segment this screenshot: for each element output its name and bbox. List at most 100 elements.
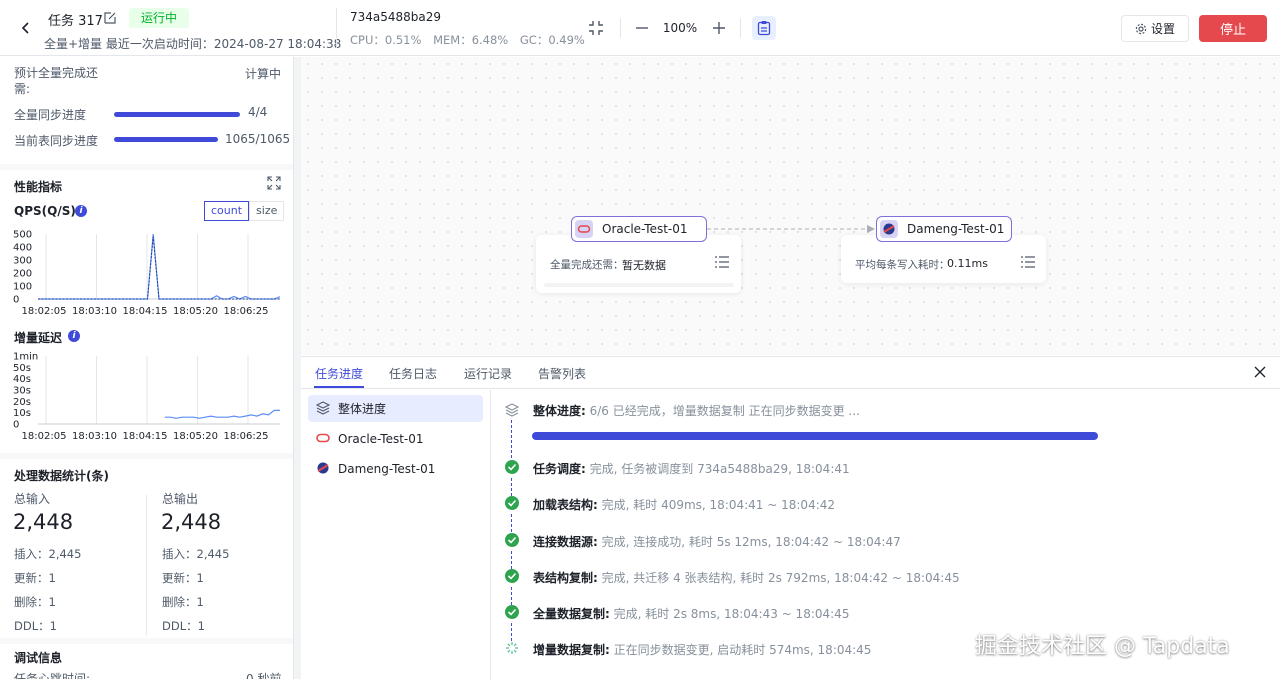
subnav-oracle-label: Oracle-Test-01 — [338, 431, 424, 446]
step-name: 连接数据源: — [533, 535, 598, 549]
stats-divider — [146, 495, 147, 635]
source-progress-track — [544, 283, 734, 287]
y-tick-label: 40s — [13, 374, 31, 385]
timeline-connector — [511, 420, 512, 458]
y-tick-label: 500 — [13, 230, 32, 241]
progress-subnav: 整体进度 Oracle-Test-01 Dameng-Test-01 — [301, 390, 491, 680]
zoom-out-icon[interactable] — [633, 19, 651, 37]
settings-button[interactable]: 设置 — [1121, 15, 1189, 42]
stop-button[interactable]: 停止 — [1199, 15, 1267, 42]
target-node[interactable]: Dameng-Test-01 — [876, 216, 1012, 242]
check-icon — [505, 496, 519, 510]
task-title: 任务 317 — [48, 14, 103, 29]
qps-chart: 500 400 300 200 100 018:02:05 18:03:10 18:04:15… — [13, 230, 281, 317]
list-icon[interactable] — [1020, 255, 1036, 269]
subnav-dameng[interactable]: Dameng-Test-01 — [308, 455, 483, 482]
y-tick-label: 300 — [13, 256, 32, 267]
size-toggle[interactable]: size — [249, 201, 285, 221]
fit-view-icon[interactable] — [587, 19, 605, 37]
close-icon[interactable] — [1253, 365, 1267, 379]
y-tick-label: 1min — [13, 352, 38, 363]
input-insert: 插入：2,445 — [14, 547, 82, 561]
table-sync-progress-bar — [114, 137, 218, 142]
x-tick-label: 18:06:25 — [224, 431, 269, 442]
x-tick-label: 18:04:15 — [123, 306, 168, 317]
x-tick-label: 18:02:05 — [22, 431, 67, 442]
tab-run-history[interactable]: 运行记录 — [464, 365, 512, 382]
total-output-label: 总输出 — [162, 492, 199, 506]
y-tick-label: 10s — [13, 408, 31, 419]
left-panel-scrollbar[interactable] — [294, 57, 301, 679]
gc-metric: GC：0.49% — [519, 33, 585, 47]
sync-type-and-start-time: 全量+增量 最近一次启动时间：2024-08-27 18:04:38 — [44, 37, 342, 51]
clipboard-button[interactable] — [752, 16, 776, 40]
x-tick-label: 18:02:05 — [22, 306, 67, 317]
expand-icon[interactable] — [267, 176, 281, 190]
dameng-icon — [317, 462, 329, 474]
cpu-metric: CPU：0.51% — [350, 33, 422, 47]
timeline-connector — [511, 478, 512, 496]
series-line — [38, 233, 281, 300]
heartbeat-label: 任务心跳时间: — [14, 672, 91, 679]
edit-icon[interactable] — [103, 11, 117, 25]
heartbeat-value: 0 秒前 — [246, 672, 282, 679]
target-write-label: 平均每条写入耗时： — [855, 259, 950, 271]
full-sync-label: 全量同步进度 — [14, 108, 87, 122]
tab-task-log[interactable]: 任务日志 — [389, 365, 437, 382]
x-tick-label: 18:03:10 — [72, 431, 117, 442]
step-name: 增量数据复制: — [533, 643, 610, 657]
zoom-in-icon[interactable] — [710, 19, 728, 37]
source-node-label: Oracle-Test-01 — [602, 222, 688, 236]
panel-tabs: 任务进度 任务日志 运行记录 告警列表 — [301, 357, 1280, 389]
loading-spinner-icon — [506, 642, 518, 654]
overall-progress-text: 整体进度: 6/6 已经完成，增量数据复制 正在同步数据变更 ... — [533, 402, 860, 419]
info-icon[interactable]: i — [68, 330, 80, 342]
total-input-value: 2,448 — [13, 510, 74, 534]
step-name: 表结构复制: — [533, 571, 598, 585]
info-icon[interactable]: i — [75, 205, 87, 217]
output-update: 更新：1 — [162, 571, 204, 585]
list-icon[interactable] — [714, 255, 730, 269]
step-detail: 正在同步数据变更, 启动耗时 574ms, 18:04:45 — [609, 643, 872, 657]
table-sync-value: 1065/1065 — [225, 132, 291, 146]
target-node-label: Dameng-Test-01 — [907, 222, 1005, 236]
resource-metrics: CPU：0.51% MEM：6.48% GC：0.49% — [350, 32, 593, 48]
timeline-connector — [511, 623, 512, 641]
back-arrow-icon[interactable] — [18, 20, 34, 36]
agent-id: 734a5488ba29 — [350, 10, 442, 24]
subnav-oracle[interactable]: Oracle-Test-01 — [308, 425, 483, 452]
tab-alert-list[interactable]: 告警列表 — [538, 365, 586, 382]
layers-icon — [316, 401, 330, 415]
y-tick-label: 200 — [13, 269, 32, 280]
dag-canvas[interactable]: 全量完成还需： 暂无数据 Oracle-Test-01 平均每条写入耗时： 0.… — [301, 57, 1280, 355]
y-tick-label: 100 — [13, 282, 32, 293]
step-detail: 完成, 耗时 2s 8ms, 18:04:43 ~ 18:04:45 — [609, 607, 850, 621]
dameng-icon — [880, 220, 898, 238]
target-node-card[interactable]: 平均每条写入耗时： 0.11ms — [841, 235, 1046, 283]
subnav-overall-label: 整体进度 — [338, 402, 387, 416]
subnav-overall[interactable]: 整体进度 — [308, 395, 483, 422]
output-insert: 插入：2,445 — [162, 547, 230, 561]
source-node[interactable]: Oracle-Test-01 — [571, 216, 707, 242]
step-name: 全量数据复制: — [533, 607, 610, 621]
source-node-card[interactable]: 全量完成还需： 暂无数据 — [536, 235, 741, 293]
debug-title: 调试信息 — [14, 651, 63, 665]
step-detail: 完成, 耗时 409ms, 18:04:41 ~ 18:04:42 — [597, 498, 836, 512]
header-divider — [336, 8, 337, 48]
series-line — [38, 236, 280, 300]
x-tick-label: 18:03:10 — [72, 306, 117, 317]
oracle-icon — [316, 433, 330, 443]
input-delete: 删除：1 — [14, 595, 56, 609]
zoom-level: 100% — [662, 21, 698, 35]
tab-task-progress[interactable]: 任务进度 — [315, 365, 363, 382]
overall-status: 6/6 已经完成，增量数据复制 正在同步数据变更 ... — [585, 404, 860, 418]
mem-metric: MEM：6.48% — [433, 33, 509, 47]
edge-arrow — [707, 225, 875, 233]
output-ddl: DDL：1 — [162, 619, 205, 633]
subnav-dameng-label: Dameng-Test-01 — [338, 461, 436, 476]
full-sync-progress-bar — [114, 112, 240, 117]
target-write-value: 0.11ms — [947, 257, 988, 270]
step-name: 加载表结构: — [533, 498, 598, 512]
count-toggle[interactable]: count — [204, 201, 250, 221]
y-tick-label: 400 — [13, 243, 32, 254]
